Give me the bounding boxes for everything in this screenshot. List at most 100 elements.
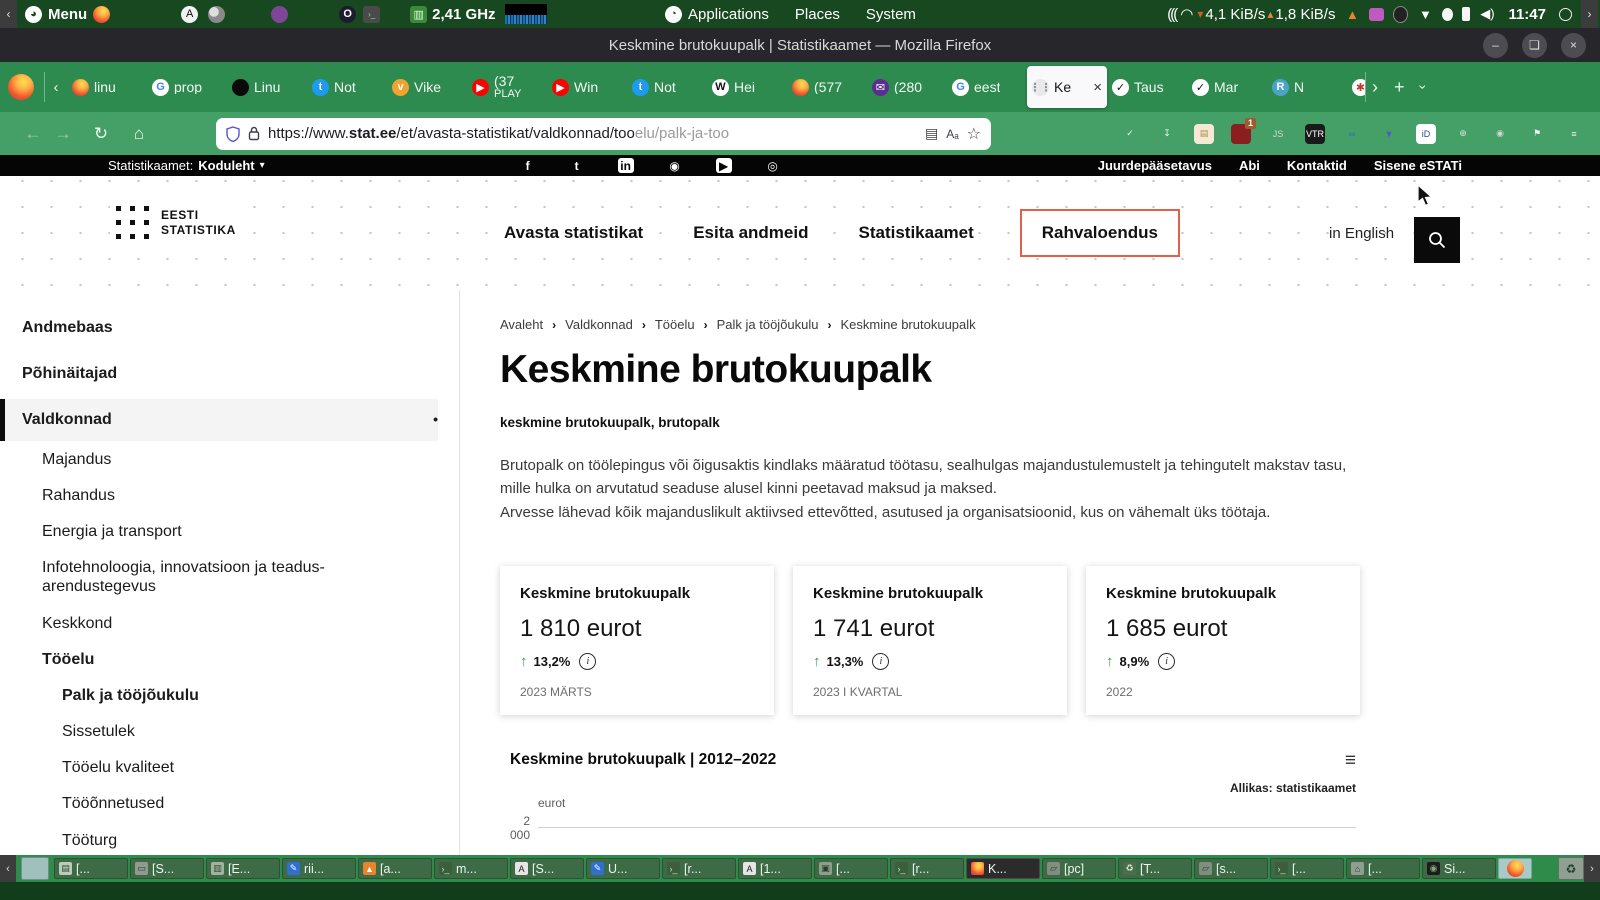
panel-expand-button[interactable]: › [1581, 0, 1598, 28]
ublock-icon[interactable]: 1 [1231, 117, 1256, 144]
facebook-icon[interactable]: f [520, 158, 536, 173]
breadcrumb-item[interactable]: Palk ja tööjõukulu [717, 317, 819, 332]
translate-icon[interactable]: Aₐ [946, 127, 958, 141]
taskbar-window-button[interactable]: ✎ rii... [282, 858, 356, 879]
pocket-icon[interactable]: ✓ [1120, 124, 1140, 144]
new-tab-button[interactable]: + [1394, 77, 1405, 98]
browser-tab[interactable]: linu × [67, 66, 147, 108]
url-text[interactable]: https://www.stat.ee/et/avasta-statistika… [268, 125, 917, 142]
show-desktop-button[interactable] [21, 857, 49, 880]
applications-menu[interactable]: ◔ Applications [665, 0, 769, 28]
browser-tab[interactable]: ✓ Mar × [1187, 66, 1267, 108]
site-switcher[interactable]: Statistikaamet: Koduleht ▾ [108, 158, 265, 173]
clock[interactable]: 11:47 [1508, 6, 1546, 23]
sidebar-item[interactable]: Majandus [0, 442, 438, 477]
language-switch[interactable]: in English [1329, 176, 1394, 290]
sidebar-item[interactable]: Andmebaas [0, 307, 438, 348]
back-button[interactable]: ← [18, 112, 48, 155]
taskbar-window-button[interactable]: ▱ [s... [1194, 858, 1268, 879]
breadcrumb-item[interactable]: Keskmine brutokuupalk [841, 317, 976, 332]
menu-icon[interactable]: ≡ [1564, 124, 1584, 144]
nav-item[interactable]: Avasta statistikat [500, 217, 648, 249]
browser-tab[interactable]: G prop × [147, 66, 227, 108]
cpu-applet[interactable]: ▥ 2,41 GHz [402, 0, 554, 28]
sidebar-item[interactable]: Tööelu kvaliteet [0, 750, 438, 785]
browser-tab[interactable]: Linu × [227, 66, 307, 108]
vtr-icon[interactable]: VTR [1305, 123, 1325, 144]
sidebar-item[interactable]: Palk ja tööjõukulu [0, 678, 438, 713]
header-link[interactable]: Abi [1239, 158, 1260, 173]
reload-button[interactable]: ↻ [86, 112, 116, 155]
shield-icon[interactable] [226, 125, 240, 142]
nav-item[interactable]: Statistikaamet [854, 217, 978, 249]
notes-icon[interactable]: ▤ [1194, 123, 1214, 144]
taskbar-window-button[interactable]: ▱ [pc] [1042, 858, 1116, 879]
sidebar-item[interactable]: Põhinäitajad [0, 353, 438, 394]
nav-item[interactable]: Rahvaloendus [1019, 209, 1180, 257]
filter-triangle-icon[interactable]: ▼ [1379, 124, 1399, 144]
taskbar-window-button[interactable]: ▲ [a... [358, 858, 432, 879]
firefox-view-icon[interactable] [8, 74, 34, 100]
nav-item[interactable]: Esita andmeid [689, 217, 813, 249]
link-icon[interactable]: ∞ [1342, 124, 1362, 144]
taskbar-window-button[interactable]: A [S... [510, 858, 584, 879]
coin-tray-icon[interactable] [1393, 5, 1409, 23]
id-icon[interactable]: iD [1416, 123, 1436, 144]
taskbar-window-button[interactable]: K... [966, 858, 1040, 879]
firefox-icon[interactable] [93, 5, 111, 23]
breadcrumb-item[interactable]: Avaleht [500, 317, 543, 332]
taskbar-window-button[interactable]: ›_ [... [1270, 858, 1344, 879]
breadcrumb-item[interactable]: Valdkonnad [565, 317, 633, 332]
scroll-tabs-right-button[interactable]: › [1372, 77, 1378, 98]
panel-collapse-button[interactable]: ‹ [0, 0, 17, 28]
site-logo[interactable]: EESTI STATISTIKA [110, 202, 242, 243]
chart-menu-icon[interactable]: ≡ [1345, 751, 1356, 770]
sidebar-item[interactable]: Tööelu [0, 642, 438, 677]
header-link[interactable]: Kontaktid [1287, 158, 1347, 173]
forward-button[interactable]: → [48, 112, 78, 155]
tor-browser-icon[interactable]: O [339, 5, 357, 23]
taskbar-collapse-button[interactable]: ‹ [0, 855, 16, 882]
search-tool-icon[interactable]: A [181, 5, 199, 23]
bookmark-star-icon[interactable]: ☆ [967, 124, 981, 144]
tab-close-button[interactable]: × [1093, 79, 1102, 96]
bell-icon[interactable] [1442, 7, 1454, 21]
browser-tab[interactable]: t Not × [307, 66, 387, 108]
header-link[interactable]: Sisene eSTATi [1374, 158, 1462, 173]
vlc-tray-icon[interactable]: ▲ [1344, 6, 1360, 22]
sidebar-item[interactable]: Valdkonnad [0, 399, 438, 441]
info-icon[interactable]: i [579, 652, 597, 670]
gears-icon[interactable] [208, 5, 226, 23]
youtube-icon[interactable]: ▶ [715, 158, 732, 173]
taskbar-window-button[interactable] [1498, 858, 1532, 879]
lock-icon[interactable] [248, 126, 260, 141]
breadcrumb-item[interactable]: Tööelu [655, 317, 695, 332]
header-link[interactable]: Juurdepääsetavus [1098, 158, 1212, 173]
taskbar-window-button[interactable]: ♻ [T... [1118, 858, 1192, 879]
url-bar[interactable]: https://www.stat.ee/et/avasta-statistika… [216, 117, 991, 150]
taskbar-window-button[interactable]: ▭ [S... [130, 858, 204, 879]
instagram-icon[interactable]: ◎ [765, 158, 781, 173]
sidebar-item[interactable]: Keskkond [0, 606, 438, 641]
menu-button[interactable]: ◕ Menu [17, 0, 118, 28]
browser-tab[interactable]: ▶ (37PLAY × [467, 66, 547, 108]
restore-button[interactable]: ❏ [1522, 32, 1547, 58]
taskbar-window-button[interactable]: A [1... [738, 858, 812, 879]
taskbar-window-button[interactable]: ▣ [... [814, 858, 888, 879]
info-icon[interactable]: i [872, 652, 890, 670]
browser-tab[interactable]: ✓ Taus × [1107, 66, 1187, 108]
system-menu[interactable]: System [866, 0, 916, 28]
twitter-icon[interactable]: t [569, 158, 585, 173]
home-button[interactable]: ⌂ [124, 112, 154, 155]
js-icon[interactable]: JS [1268, 124, 1288, 144]
browser-tab[interactable]: G eest × [947, 66, 1027, 108]
taskbar-window-button[interactable]: ›_ [r... [662, 858, 736, 879]
trash-icon[interactable]: ♻ [1558, 857, 1584, 880]
sidebar-item[interactable]: Tööturg [0, 823, 438, 855]
network-monitor[interactable]: ((( ◠ ▾ 4,1 KiB/s ▴ 1,8 KiB/s [1167, 5, 1335, 24]
browser-tab[interactable]: W Hei × [707, 66, 787, 108]
tor-icon[interactable] [271, 5, 289, 23]
linkedin-icon[interactable]: in [617, 158, 634, 173]
search-button[interactable] [1414, 217, 1460, 263]
volume-icon[interactable]: ◀) [1479, 6, 1495, 22]
